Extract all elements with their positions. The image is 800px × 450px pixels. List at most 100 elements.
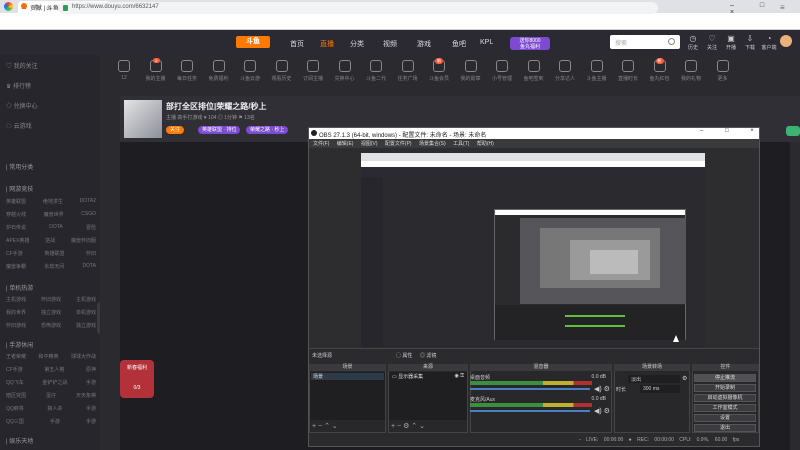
category-shortcut[interactable]: 分享达人 — [551, 60, 579, 82]
sidebar-category-link[interactable]: 蛋仔 — [46, 392, 56, 399]
category-shortcut[interactable]: 2 我的主播 — [142, 58, 170, 82]
sidebar-category-link[interactable]: 独立游戏 — [41, 309, 61, 316]
source-item[interactable]: ▭ 显示器采集 ◉ ⚿ — [390, 373, 466, 380]
sidebar-category-link[interactable]: 魔兽怀旧服 — [71, 237, 96, 244]
category-shortcut[interactable]: 更多 — [709, 60, 737, 82]
url-input[interactable]: https://www.douyu.com/6632147 — [58, 2, 658, 14]
golive-button[interactable]: ▣ 开播 — [723, 34, 739, 51]
sidebar-category-link[interactable]: CF手游 — [6, 250, 23, 257]
browser-menu-icon[interactable]: ≡ — [780, 3, 785, 12]
sidebar-category-link[interactable]: 我的世界 — [6, 309, 26, 316]
transition-settings-icon[interactable]: ⚙ — [682, 375, 687, 382]
sidebar-category-link[interactable]: 天天象棋 — [76, 392, 96, 399]
speaker-gear-icons[interactable]: ◀) ⚙ — [594, 407, 610, 415]
sidebar-category-link[interactable]: 手游 — [86, 418, 96, 425]
sidebar-category-link[interactable]: 球球大作战 — [71, 353, 96, 360]
sidebar-category-link[interactable]: DOTA2 — [80, 198, 96, 205]
sidebar-category-link[interactable]: 永劫无间 — [44, 263, 64, 270]
menu-edit[interactable]: 编辑(E) — [337, 141, 354, 147]
volume-slider[interactable] — [470, 410, 590, 412]
stop-streaming-button[interactable]: 停止推流 — [694, 374, 756, 382]
sidebar-item-follow[interactable]: ♡ 我的关注 — [6, 61, 38, 70]
nav-games[interactable]: 游戏 — [417, 39, 431, 49]
sidebar-category-link[interactable]: CSGO — [81, 211, 96, 218]
sidebar-category-link[interactable]: 怀旧 — [86, 250, 96, 257]
duration-input[interactable]: 300 ms — [640, 385, 680, 393]
sidebar-category-link[interactable]: 怀旧游戏 — [6, 322, 26, 329]
sidebar-category-link[interactable]: 恐怖游戏 — [41, 322, 61, 329]
category-shortcut[interactable]: 订阅主播 — [299, 60, 327, 82]
follow-button[interactable]: ♡ 关注 — [704, 34, 720, 51]
sidebar-category-link[interactable]: 英雄联盟 — [44, 250, 64, 257]
promo-badge[interactable]: 送你8000 鱼丸福利 — [510, 37, 550, 50]
sidebar-item-exchange[interactable]: ◇ 兑换中心 — [6, 101, 38, 110]
menu-profile[interactable]: 配置文件(P) — [385, 141, 412, 147]
volume-slider[interactable] — [470, 388, 590, 390]
sidebar-category-link[interactable]: 魔兽争霸 — [6, 263, 26, 270]
sidebar-category-link[interactable]: 英雄联盟 — [6, 198, 26, 205]
menu-scene-collection[interactable]: 场景集合(S) — [419, 141, 446, 147]
sidebar-category-link[interactable]: DOTA — [49, 224, 63, 231]
studio-mode-button[interactable]: 工作室模式 — [694, 404, 756, 412]
nav-kpl[interactable]: KPL — [480, 39, 493, 46]
gift-float-widget[interactable]: 新春福利 0/3 — [120, 360, 154, 398]
sidebar-category-link[interactable]: 单机游戏 — [76, 309, 96, 316]
category-shortcut[interactable]: 斗鱼云游 — [236, 60, 264, 82]
sidebar-category-link[interactable]: 狼人杀 — [47, 405, 62, 412]
sidebar-category-link[interactable]: 冒险 — [86, 224, 96, 231]
sidebar-category-link[interactable]: 手游 — [50, 418, 60, 425]
scene-item[interactable]: 场景 — [311, 373, 384, 380]
sidebar-category-link[interactable]: 手游 — [86, 379, 96, 386]
sidebar-item-rank[interactable]: ♛ 排行榜 — [6, 81, 31, 90]
sidebar-category-link[interactable]: 独立游戏 — [76, 322, 96, 329]
sidebar-category-link[interactable]: 怀旧游戏 — [41, 296, 61, 303]
nav-video[interactable]: 视频 — [383, 39, 397, 49]
category-shortcut[interactable]: 新鱼丸红包 — [646, 58, 674, 82]
sidebar-category-link[interactable]: 第五人格 — [44, 366, 64, 373]
obs-title-bar[interactable]: OBS 27.1.3 (64-bit, windows) - 配置文件: 未命名… — [309, 128, 759, 139]
nav-yuba[interactable]: 鱼吧 — [452, 39, 466, 49]
sidebar-category-link[interactable]: 穿越火线 — [6, 211, 26, 218]
sidebar-category-link[interactable]: 绝地求生 — [43, 198, 63, 205]
menu-file[interactable]: 文件(F) — [313, 141, 329, 147]
sidebar-category-link[interactable]: 主机游戏 — [76, 296, 96, 303]
client-button[interactable]: ◔ 客户端 — [761, 34, 777, 51]
sidebar-item-cloudgame[interactable]: ☁ 云游戏 — [6, 121, 32, 130]
properties-button[interactable]: ◯ 属性 — [396, 352, 412, 359]
home-icon[interactable]: ⌂ — [46, 3, 51, 12]
obs-window-controls[interactable]: – □ × — [700, 128, 764, 134]
title-tag[interactable]: 荣耀之路 · 秒上 — [246, 126, 289, 134]
category-shortcut[interactable]: 我的勋章 — [457, 60, 485, 82]
virtual-camera-button[interactable]: 启动虚拟摄像机 — [694, 394, 756, 402]
category-shortcut[interactable]: 新斗鱼会员 — [425, 58, 453, 82]
search-icon[interactable] — [668, 38, 675, 45]
streamer-avatar[interactable] — [124, 100, 162, 138]
menu-tools[interactable]: 工具(T) — [453, 141, 469, 147]
sidebar-category-link[interactable]: 金铲铲之战 — [42, 379, 67, 386]
sidebar-category-link[interactable]: 和平精英 — [38, 353, 58, 360]
back-icon[interactable]: ← — [6, 3, 14, 12]
nav-category[interactable]: 分类 — [350, 39, 364, 49]
exit-button[interactable]: 退出 — [694, 424, 756, 432]
transition-select[interactable]: 淡出 — [628, 375, 680, 383]
sidebar-category-link[interactable]: 魔兽世界 — [44, 211, 64, 218]
sidebar-category-link[interactable]: 逆战 — [45, 237, 55, 244]
sidebar-category-link[interactable]: 王者荣耀 — [6, 353, 26, 360]
follow-button[interactable] — [786, 126, 800, 136]
follow-tag[interactable]: 关注 — [166, 126, 185, 134]
sidebar-category-link[interactable]: QQ飞车 — [6, 379, 24, 386]
menu-help[interactable]: 帮助(H) — [477, 141, 494, 147]
settings-button[interactable]: 设置 — [694, 414, 756, 422]
category-shortcut[interactable]: 鱼吧签到 — [520, 60, 548, 82]
reload-icon[interactable]: ↻ — [34, 3, 41, 12]
download-button[interactable]: ⇩ 下载 — [742, 34, 758, 51]
category-shortcut[interactable]: 我的礼物 — [677, 60, 705, 82]
sidebar-category-link[interactable]: QQ三国 — [6, 418, 24, 425]
menu-view[interactable]: 视图(V) — [361, 141, 378, 147]
user-avatar[interactable] — [780, 35, 792, 47]
nav-home[interactable]: 首页 — [290, 39, 304, 49]
category-shortcut[interactable]: 斗鱼二代 — [362, 60, 390, 82]
category-shortcut[interactable]: 观看历史 — [268, 60, 296, 82]
category-tag[interactable]: 英雄联盟 · 排位 — [198, 126, 241, 134]
category-shortcut[interactable]: 免费福利 — [205, 60, 233, 82]
